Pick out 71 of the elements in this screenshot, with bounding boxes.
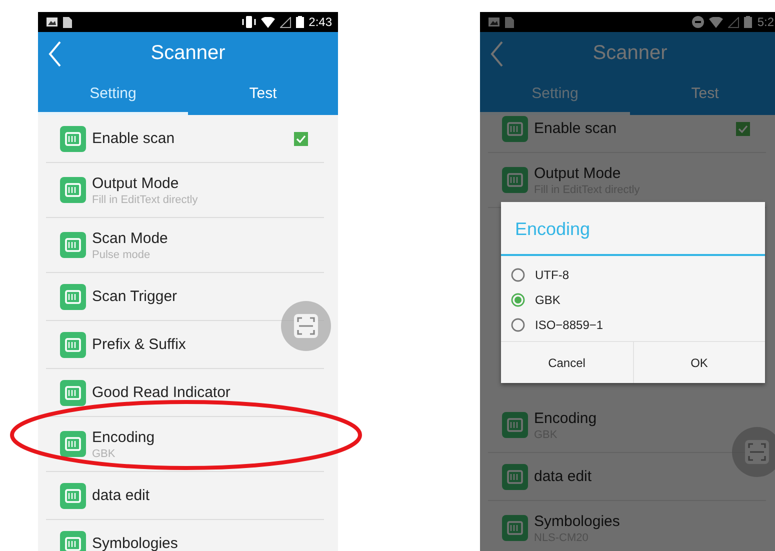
setting-value: GBK (92, 448, 116, 460)
setting-title: Output Mode (534, 164, 621, 182)
dialog-title: Encoding (501, 202, 765, 256)
radio-button[interactable] (511, 318, 525, 332)
do-not-disturb-icon (692, 16, 704, 28)
ok-button[interactable]: OK (632, 342, 765, 383)
scan-frame-icon (745, 440, 769, 464)
wifi-icon (709, 16, 724, 28)
settings-tile-icon (60, 380, 86, 406)
sim-card-icon (63, 16, 72, 28)
image-icon (488, 17, 500, 27)
image-icon (46, 17, 58, 27)
settings-item[interactable]: Output Mode Fill in EditText directly (46, 163, 324, 218)
battery-icon (744, 16, 752, 28)
floating-scan-button-overlay[interactable] (281, 301, 331, 351)
tab[interactable]: Test (188, 75, 338, 115)
setting-title: Good Read Indicator (92, 384, 230, 401)
settings-item[interactable]: Symbologies (46, 520, 324, 551)
setting-value: Pulse mode (92, 248, 150, 260)
settings-tile-icon (60, 177, 86, 203)
clock-time: 5:2 (757, 15, 774, 29)
clock-time: 2:43 (308, 15, 332, 29)
setting-title: data edit (534, 468, 592, 485)
setting-title: Enable scan (92, 130, 175, 147)
settings-tile-icon (502, 116, 528, 142)
settings-tile-icon (60, 431, 86, 457)
setting-value: Fill in EditText directly (92, 194, 198, 206)
checkbox[interactable] (294, 132, 308, 146)
settings-item[interactable]: Good Read Indicator (46, 369, 324, 417)
settings-tile-icon (60, 332, 86, 358)
battery-icon (296, 16, 304, 28)
screen-title: Scanner (150, 42, 226, 65)
setting-title: Encoding (92, 428, 155, 446)
encoding-option[interactable]: GBK (501, 287, 765, 312)
back-icon[interactable] (48, 41, 62, 67)
encoding-option[interactable]: ISO−8859−1 (501, 312, 765, 337)
settings-tile-icon (502, 167, 528, 193)
setting-title: Prefix & Suffix (92, 336, 186, 353)
signal-icon (728, 16, 740, 28)
cancel-button[interactable]: Cancel (501, 342, 632, 383)
setting-title: Scan Mode (92, 230, 168, 246)
screen-title: Scanner (592, 42, 668, 65)
settings-tile-icon (502, 464, 528, 490)
setting-title: Encoding (534, 410, 597, 426)
settings-item[interactable]: Enable scan (488, 105, 766, 153)
encoding-option[interactable]: UTF-8 (501, 262, 765, 287)
signal-icon (280, 16, 291, 28)
settings-item[interactable]: Scan Mode Pulse mode (46, 218, 324, 273)
sim-card-icon (505, 16, 514, 28)
setting-title: Enable scan (534, 120, 617, 137)
settings-tile-icon (60, 284, 86, 310)
wifi-icon (260, 16, 275, 28)
back-icon[interactable] (490, 41, 504, 67)
setting-title: Symbologies (92, 535, 178, 551)
checkbox[interactable] (736, 122, 750, 136)
setting-title: Symbologies (534, 512, 620, 530)
settings-tile-icon (60, 482, 86, 508)
radio-button[interactable] (511, 268, 525, 282)
radio-button[interactable] (511, 292, 525, 306)
setting-title: Output Mode (92, 174, 179, 192)
setting-title: data edit (92, 487, 150, 504)
setting-title: Scan Trigger (92, 288, 178, 305)
settings-tile-icon (502, 412, 528, 438)
settings-tile-icon (60, 232, 86, 258)
vibrate-icon (242, 16, 256, 28)
settings-tile-icon (502, 515, 528, 541)
settings-tile-icon (60, 126, 86, 152)
scan-frame-icon (294, 314, 318, 338)
settings-item[interactable]: Enable scan (46, 115, 324, 163)
settings-item[interactable]: data edit (46, 472, 324, 520)
floating-scan-button-overlay[interactable] (732, 427, 775, 477)
